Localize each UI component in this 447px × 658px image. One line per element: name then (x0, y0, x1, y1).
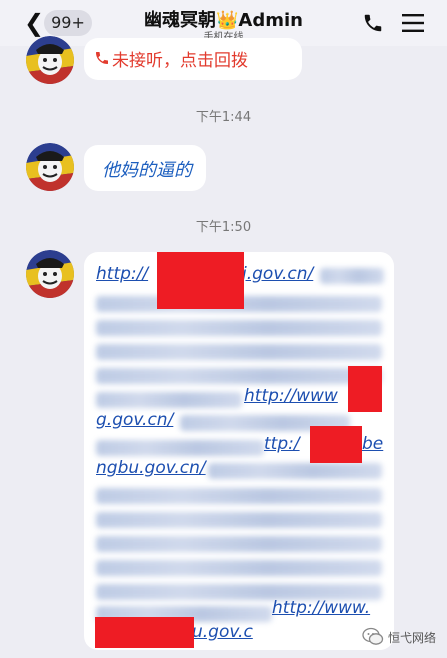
url-link[interactable]: http://www. (272, 598, 370, 618)
phone-missed-icon (94, 50, 110, 70)
phone-icon[interactable] (362, 12, 384, 38)
blurred-text (96, 536, 382, 552)
blurred-text (96, 344, 382, 360)
missed-call-text: 未接听，点击回拨 (112, 51, 248, 71)
redaction-box (310, 426, 362, 463)
message-text: 他妈的逼的 (102, 160, 192, 181)
blurred-text (96, 368, 382, 384)
timestamp: 下午1:44 (195, 110, 252, 125)
url-link[interactable]: http:// (96, 264, 148, 284)
blurred-text (96, 320, 382, 336)
menu-icon[interactable] (402, 13, 424, 37)
redaction-box (157, 252, 244, 309)
missed-call-bubble[interactable]: 未接听，点击回拨 (84, 38, 302, 80)
blurred-text (96, 512, 382, 528)
text-message-bubble[interactable]: 他妈的逼的 (84, 145, 206, 191)
redaction-box (348, 366, 382, 412)
timestamp: 下午1:50 (195, 220, 252, 235)
redaction-box (95, 617, 194, 648)
wechat-logo-icon (362, 627, 384, 650)
url-link[interactable]: ngbu.gov.cn/ (96, 458, 206, 478)
blurred-text (96, 392, 242, 408)
url-link[interactable]: ttp:/ (264, 434, 300, 454)
blurred-text (96, 560, 382, 576)
avatar[interactable] (26, 143, 74, 191)
url-link[interactable]: j.gov.cn/ (242, 264, 313, 284)
blurred-text (208, 463, 382, 479)
watermark-text: 恒弋网络 (388, 631, 437, 645)
blurred-text (96, 488, 382, 504)
blurred-text (320, 268, 384, 284)
blurred-text (96, 440, 264, 456)
url-link[interactable]: u.gov.c (192, 622, 253, 642)
url-link[interactable]: g.gov.cn/ (96, 410, 173, 430)
avatar[interactable] (26, 36, 74, 84)
avatar[interactable] (26, 250, 74, 298)
url-link[interactable]: http://www (244, 386, 338, 406)
url-link[interactable]: be (362, 434, 383, 454)
